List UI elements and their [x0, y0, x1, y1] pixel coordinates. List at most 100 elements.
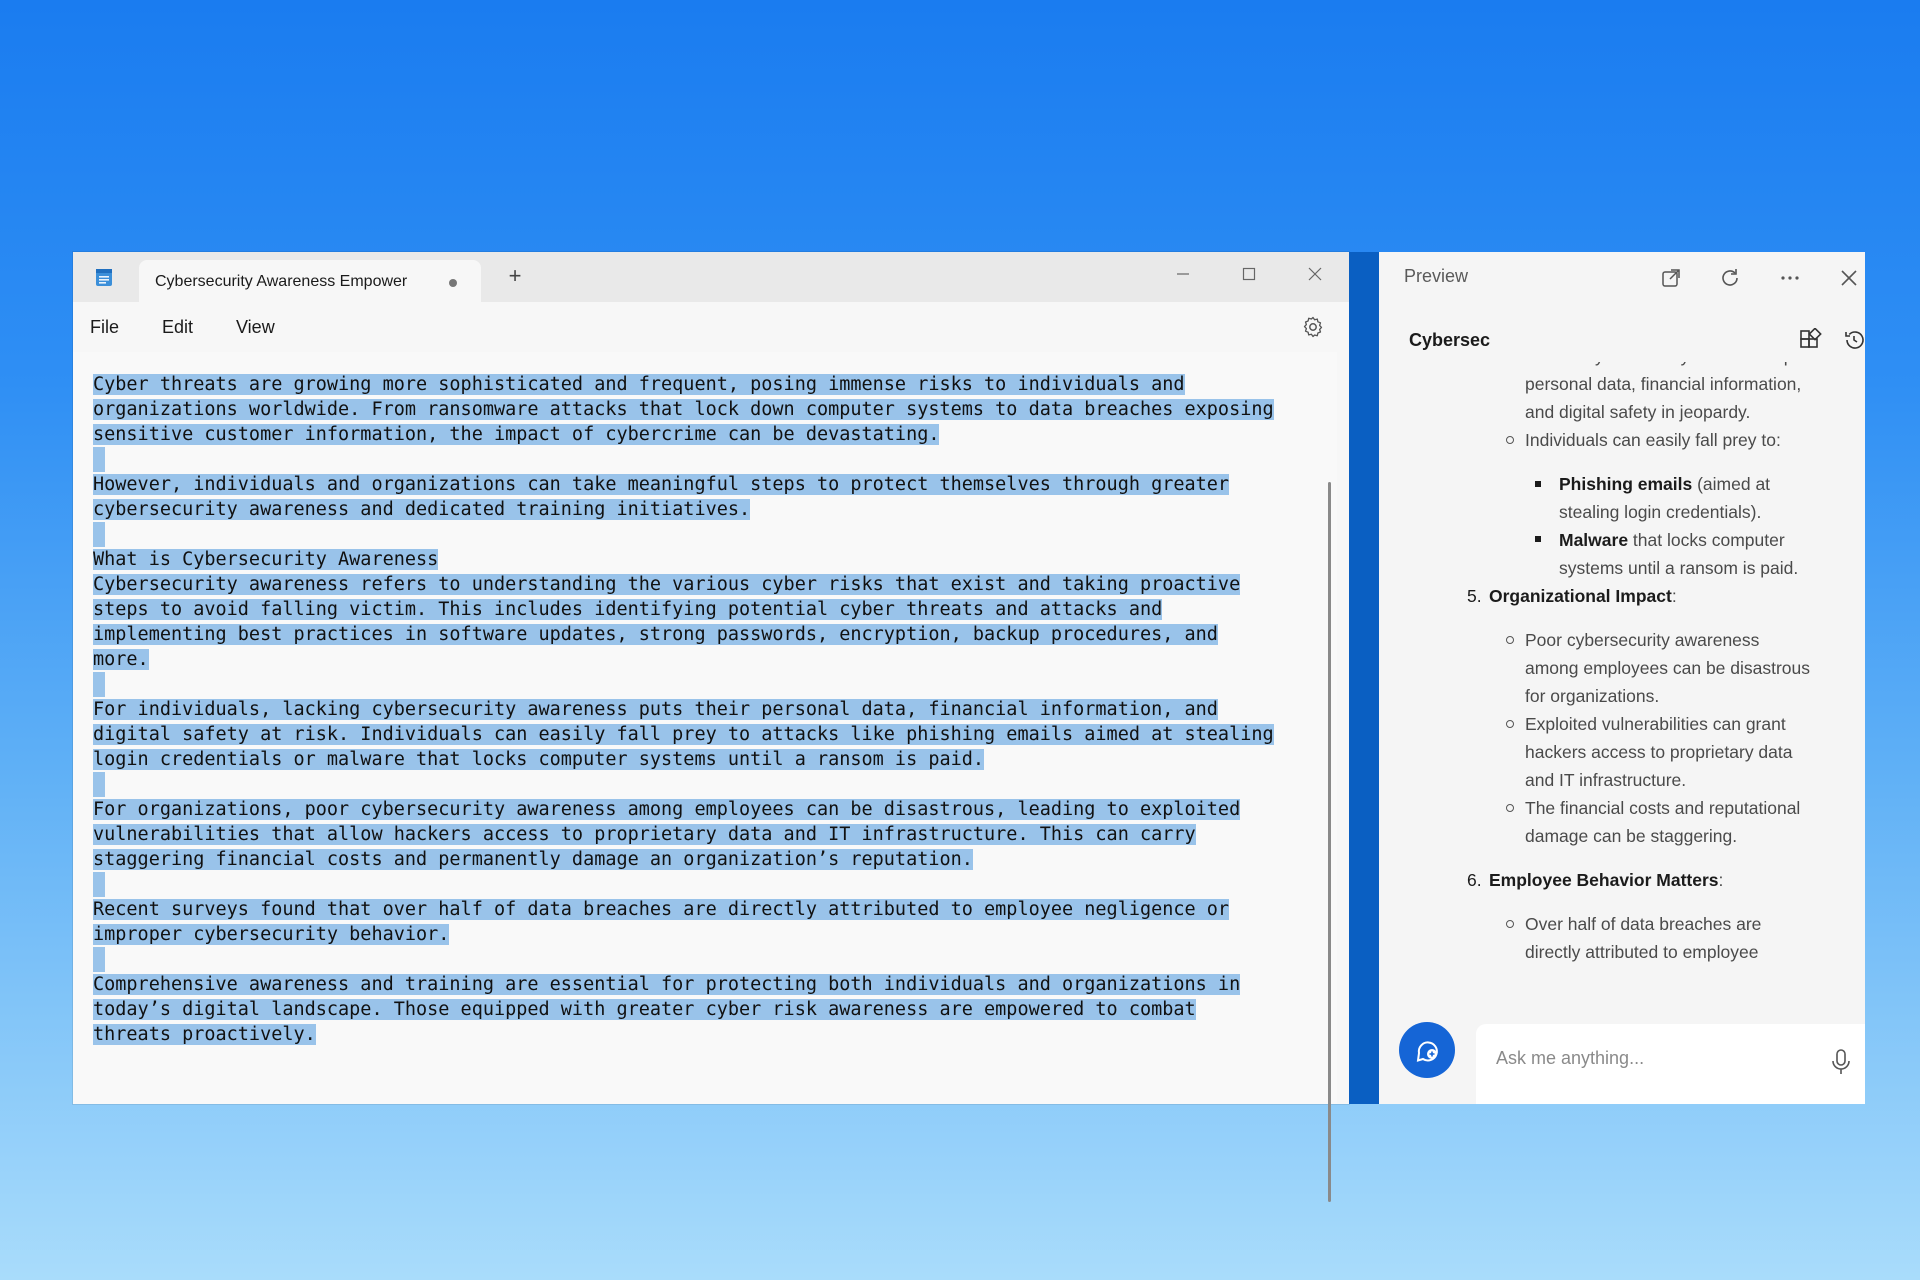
menu-file[interactable]: File: [90, 317, 119, 338]
selected-text: staggering financial costs and permanent…: [93, 849, 973, 870]
list-item: personal data, financial information,: [1525, 374, 1802, 394]
selected-text: For individuals, lacking cybersecurity a…: [93, 699, 1218, 720]
selected-text: What is Cybersecurity Awareness: [93, 549, 439, 570]
list-item: Malware that locks computer: [1559, 530, 1785, 550]
apps-grid-icon[interactable]: [1798, 328, 1822, 352]
ask-input[interactable]: Ask me anything...: [1476, 1024, 1865, 1104]
section-heading: Organizational Impact:: [1489, 586, 1677, 606]
notepad-icon: [96, 269, 112, 286]
text-line: staggering financial costs and permanent…: [93, 847, 1325, 872]
selected-text: For organizations, poor cybersecurity aw…: [93, 799, 1241, 820]
selected-text: login credentials or malware that locks …: [93, 749, 985, 770]
list-item: Individuals can easily fall prey to:: [1525, 430, 1781, 450]
minimize-button[interactable]: [1163, 258, 1203, 292]
selected-text: steps to avoid falling victim. This incl…: [93, 599, 1163, 620]
text-line: improper cybersecurity behavior.: [93, 922, 1325, 947]
preview-subtitle: Cybersec: [1409, 330, 1491, 350]
selected-text: implementing best practices in software …: [93, 624, 1218, 645]
close-button[interactable]: [1295, 258, 1335, 292]
text-line: For organizations, poor cybersecurity aw…: [93, 797, 1325, 822]
bullet-icon: [1506, 636, 1514, 644]
maximize-button[interactable]: [1229, 258, 1269, 292]
selected-text: digital safety at risk. Individuals can …: [93, 724, 1274, 745]
text-line: sensitive customer information, the impa…: [93, 422, 1325, 447]
selection-marker: [93, 872, 105, 897]
selected-text: cybersecurity awareness and dedicated tr…: [93, 499, 751, 520]
list-item: The financial costs and reputational: [1525, 798, 1801, 818]
unsaved-dot-icon: [449, 279, 457, 287]
selected-text: However, individuals and organizations c…: [93, 474, 1230, 495]
text-line: vulnerabilities that allow hackers acces…: [93, 822, 1325, 847]
selected-text: Cybersecurity awareness refers to unders…: [93, 574, 1241, 595]
minimize-icon: [1177, 273, 1189, 275]
text-line: cybersecurity awareness and dedicated tr…: [93, 497, 1325, 522]
square-bullet-icon: [1535, 481, 1541, 487]
list-item: stealing login credentials).: [1559, 502, 1762, 522]
text-line: Comprehensive awareness and training are…: [93, 972, 1325, 997]
selected-text: sensitive customer information, the impa…: [93, 424, 940, 445]
text-line: digital safety at risk. Individuals can …: [93, 722, 1325, 747]
document-text[interactable]: Cyber threats are growing more sophistic…: [93, 372, 1325, 1047]
selection-blank-line: [93, 947, 1325, 972]
list-item: Exploited vulnerabilities can grant: [1525, 714, 1786, 734]
new-chat-button[interactable]: [1399, 1022, 1455, 1078]
list-item: Phishing emails (aimed at: [1559, 474, 1771, 494]
tab-title: Cybersecurity Awareness Empower: [155, 273, 408, 290]
selected-text: vulnerabilities that allow hackers acces…: [93, 824, 1196, 845]
settings-gear-icon[interactable]: [1301, 315, 1325, 339]
square-bullet-icon: [1535, 536, 1541, 542]
editor-area[interactable]: Cyber threats are growing more sophistic…: [73, 352, 1337, 1202]
selected-text: improper cybersecurity behavior.: [93, 924, 450, 945]
selection-blank-line: [93, 872, 1325, 897]
list-number: 5.: [1467, 586, 1482, 606]
selected-text: Comprehensive awareness and training are…: [93, 974, 1241, 995]
list-number: 6.: [1467, 870, 1482, 890]
window-separator: [1349, 252, 1379, 1104]
history-icon[interactable]: [1842, 328, 1866, 352]
text-line: login credentials or malware that locks …: [93, 747, 1325, 772]
list-item: Lack of cybersecurity awareness puts: [1525, 362, 1817, 370]
list-item: Poor cybersecurity awareness: [1525, 630, 1760, 650]
selected-text: today’s digital landscape. Those equippe…: [93, 999, 1196, 1020]
list-item: damage can be staggering.: [1525, 826, 1738, 846]
vertical-scrollbar[interactable]: [1328, 482, 1331, 1202]
list-item: systems until a ransom is paid.: [1559, 558, 1799, 578]
selected-text: threats proactively.: [93, 1024, 316, 1045]
ask-input-placeholder: Ask me anything...: [1496, 1048, 1645, 1068]
bullet-icon: [1506, 804, 1514, 812]
selection-blank-line: [93, 772, 1325, 797]
selected-text: organizations worldwide. From ransomware…: [93, 399, 1274, 420]
text-line: today’s digital landscape. Those equippe…: [93, 997, 1325, 1022]
more-options-icon[interactable]: [1778, 266, 1802, 290]
maximize-icon: [1242, 267, 1256, 281]
bullet-icon: [1506, 920, 1514, 928]
preview-content: Lack of cybersecurity awareness puts per…: [1379, 362, 1865, 1022]
text-line: Cyber threats are growing more sophistic…: [93, 372, 1325, 397]
text-line: What is Cybersecurity Awareness: [93, 547, 1325, 572]
bullet-icon: [1506, 436, 1514, 444]
selection-marker: [93, 947, 105, 972]
refresh-icon[interactable]: [1718, 266, 1742, 290]
menu-view[interactable]: View: [236, 317, 275, 338]
open-external-icon[interactable]: [1659, 266, 1683, 290]
list-item: and IT infrastructure.: [1525, 770, 1687, 790]
menu-edit[interactable]: Edit: [162, 317, 193, 338]
notepad-window: Cybersecurity Awareness Empower + File E…: [73, 252, 1349, 1202]
selected-text: more.: [93, 649, 149, 670]
selection-marker: [93, 522, 105, 547]
text-line: However, individuals and organizations c…: [93, 472, 1325, 497]
list-item: and digital safety in jeopardy.: [1525, 402, 1751, 422]
bullet-icon: [1506, 720, 1514, 728]
new-tab-button[interactable]: +: [505, 265, 525, 287]
tab-document[interactable]: Cybersecurity Awareness Empower: [139, 260, 481, 302]
selected-text: Recent surveys found that over half of d…: [93, 899, 1230, 920]
selection-marker: [93, 672, 105, 697]
selection-blank-line: [93, 672, 1325, 697]
text-line: steps to avoid falling victim. This incl…: [93, 597, 1325, 622]
close-preview-icon[interactable]: [1837, 266, 1861, 290]
selection-blank-line: [93, 447, 1325, 472]
list-item: Over half of data breaches are: [1525, 914, 1762, 934]
menu-bar: File Edit View: [73, 302, 1349, 352]
microphone-icon[interactable]: [1829, 1048, 1853, 1076]
section-heading: Employee Behavior Matters:: [1489, 870, 1724, 890]
